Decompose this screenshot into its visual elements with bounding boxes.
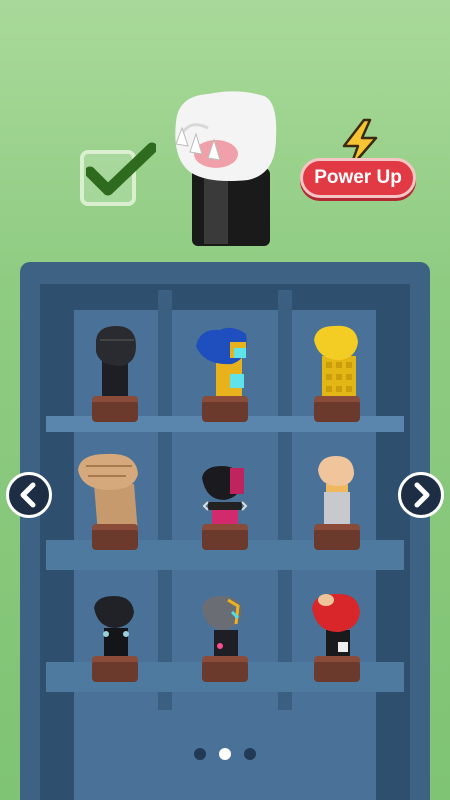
pedestal: [202, 524, 248, 550]
pedestal: [92, 396, 138, 422]
glove-slot-red-glove-fist[interactable]: [292, 572, 382, 682]
page-dot-1[interactable]: [194, 748, 206, 760]
next-page-button[interactable]: [398, 472, 444, 518]
glove-slot-spiked-pink-fist[interactable]: [180, 440, 270, 550]
glove-slot-cyber-fist[interactable]: [180, 572, 270, 682]
glove-icon: [78, 453, 138, 534]
glove-icon: [94, 596, 134, 664]
pedestal: [92, 656, 138, 682]
glove-icon: [196, 327, 247, 404]
glove-slot-stone-fist[interactable]: [70, 440, 160, 550]
glove-icon: [96, 326, 136, 404]
pedestal: [314, 656, 360, 682]
power-up-button[interactable]: Power Up: [300, 158, 416, 198]
glove-icon: [314, 325, 358, 404]
glove-icon: [202, 596, 242, 664]
pedestal: [92, 524, 138, 550]
pedestal: [202, 396, 248, 422]
chevron-left-icon: [20, 482, 36, 508]
page-dot-3[interactable]: [244, 748, 256, 760]
pedestal: [202, 656, 248, 682]
glove-slot-black-fist[interactable]: [70, 312, 160, 422]
page-dot-2-active[interactable]: [219, 748, 231, 760]
pedestal: [314, 524, 360, 550]
glove-slot-blue-robot-fist[interactable]: [180, 312, 270, 422]
glove-slot-gold-fist[interactable]: [292, 312, 382, 422]
glove-slot-dark-cuff-fist[interactable]: [70, 572, 160, 682]
glove-icon: [312, 593, 360, 664]
glove-slot-bare-wristband-fist[interactable]: [292, 440, 382, 550]
check-mark-icon: [86, 142, 156, 196]
cabinet-divider: [158, 290, 172, 710]
chevron-right-icon: [414, 482, 430, 508]
cabinet-divider: [278, 290, 292, 710]
pedestal: [314, 396, 360, 422]
previous-page-button[interactable]: [6, 472, 52, 518]
selected-fist-preview: [175, 91, 277, 246]
